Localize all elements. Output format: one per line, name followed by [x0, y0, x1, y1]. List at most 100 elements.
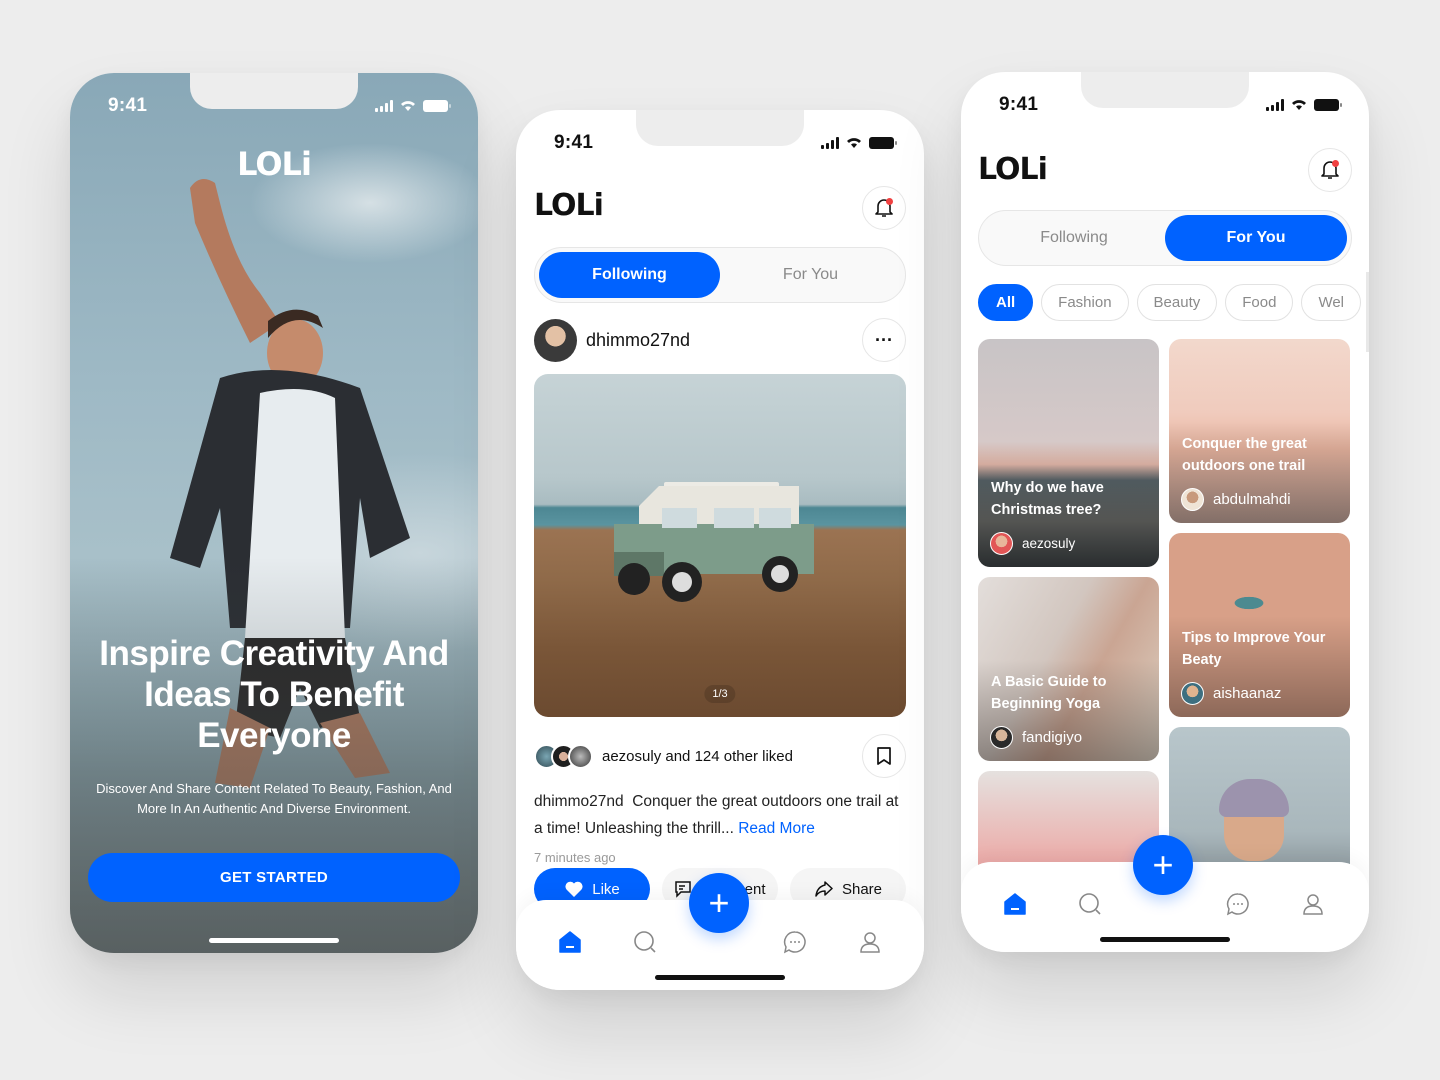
notifications-button[interactable] — [862, 186, 906, 230]
chat-icon — [783, 931, 806, 954]
onboarding-subtitle: Discover And Share Content Related To Be… — [96, 781, 452, 816]
category-chips: All Fashion Beauty Food Wel — [978, 284, 1362, 321]
signal-icon — [1266, 98, 1284, 111]
tab-for-you[interactable]: For You — [720, 252, 901, 298]
share-icon — [815, 881, 833, 897]
explore-screen: 9:41 LOLi Following For You All Fashion … — [961, 72, 1369, 952]
get-started-button[interactable]: GET STARTED — [88, 853, 460, 902]
author-avatar — [1181, 682, 1204, 705]
wifi-icon — [401, 101, 415, 111]
nav-profile[interactable] — [856, 928, 884, 956]
create-post-button[interactable]: + — [689, 873, 749, 933]
read-more-link[interactable]: Read More — [738, 820, 815, 837]
chip-beauty[interactable]: Beauty — [1136, 284, 1218, 321]
signal-icon — [375, 99, 393, 112]
card-author: fandigiyo — [990, 726, 1082, 749]
image-page-indicator: 1/3 — [704, 685, 736, 703]
post-image[interactable]: 1/3 — [534, 374, 906, 717]
nav-home[interactable] — [556, 928, 584, 956]
card-author: aishaanaz — [1181, 682, 1281, 705]
plus-icon: + — [708, 882, 730, 923]
scrollbar[interactable] — [1366, 272, 1369, 352]
card-title: Conquer the great outdoors one trail — [1182, 436, 1307, 474]
tab-following[interactable]: Following — [983, 215, 1165, 261]
caption-username[interactable]: dhimmo27nd — [534, 793, 624, 810]
notification-dot — [886, 198, 893, 205]
author-username: aishaanaz — [1213, 685, 1282, 702]
liker-avatar — [568, 743, 593, 769]
search-icon — [1079, 893, 1101, 915]
notch — [636, 110, 804, 146]
feed-tab-switcher: Following For You — [978, 210, 1352, 266]
likes-row: aezosuly and 124 other liked — [534, 734, 906, 778]
status-time: 9:41 — [108, 95, 148, 116]
profile-icon — [1303, 894, 1323, 915]
notch — [190, 73, 358, 109]
create-post-button[interactable]: + — [1133, 835, 1193, 895]
status-time: 9:41 — [554, 132, 594, 153]
home-icon — [559, 931, 581, 953]
card-author: abdulmahdi — [1181, 488, 1291, 511]
app-logo: LOLi — [978, 152, 1048, 187]
content-card[interactable]: Tips to Improve Your Beaty aishaanaz — [1169, 533, 1350, 717]
home-indicator[interactable] — [1100, 937, 1230, 942]
search-icon — [634, 931, 656, 953]
wifi-icon — [847, 138, 861, 148]
app-logo: LOLi — [237, 145, 312, 183]
signal-icon — [821, 136, 839, 149]
like-label: Like — [592, 880, 620, 898]
notifications-button[interactable] — [1308, 148, 1352, 192]
tab-following[interactable]: Following — [539, 252, 720, 298]
home-indicator[interactable] — [655, 975, 785, 980]
status-time: 9:41 — [999, 94, 1039, 115]
post-author-avatar[interactable] — [534, 318, 577, 362]
author-avatar — [990, 532, 1013, 555]
battery-icon — [423, 99, 451, 112]
share-label: Share — [841, 880, 883, 898]
card-author: aezosuly — [990, 532, 1075, 555]
liked-by-username[interactable]: aezosuly — [602, 748, 661, 765]
vehicle-photo — [614, 482, 814, 602]
author-avatar — [1181, 488, 1204, 511]
chip-food[interactable]: Food — [1225, 284, 1294, 321]
chip-fashion[interactable]: Fashion — [1041, 284, 1129, 321]
feed-tab-switcher: Following For You — [534, 247, 906, 303]
nav-search[interactable] — [631, 928, 659, 956]
author-username: abdulmahdi — [1213, 491, 1291, 508]
chip-all[interactable]: All — [978, 284, 1034, 321]
onboarding-screen: 9:41 LOLi Inspire Creativity And Ideas T… — [70, 73, 478, 953]
battery-icon — [869, 136, 897, 149]
chip-wellness[interactable]: Wel — [1301, 284, 1362, 321]
liked-by-suffix: and 124 other liked — [665, 747, 793, 765]
home-indicator[interactable] — [209, 938, 339, 943]
heart-icon — [565, 881, 583, 897]
nav-profile[interactable] — [1299, 890, 1327, 918]
notification-dot — [1332, 160, 1339, 167]
liker-avatars — [534, 743, 593, 769]
nav-home[interactable] — [1001, 890, 1029, 918]
nav-messages[interactable] — [1224, 890, 1252, 918]
notch — [1081, 72, 1249, 108]
more-horizontal-icon: ··· — [875, 329, 893, 350]
post-caption: dhimmo27nd Conquer the great outdoors on… — [534, 788, 910, 842]
bookmark-button[interactable] — [862, 734, 906, 778]
chat-icon — [1226, 893, 1249, 916]
nav-search[interactable] — [1076, 890, 1104, 918]
likes-summary[interactable]: aezosuly and 124 other liked — [602, 748, 793, 765]
wifi-icon — [1292, 100, 1306, 110]
bookmark-icon — [877, 747, 891, 765]
nav-messages[interactable] — [781, 928, 809, 956]
battery-icon — [1314, 98, 1342, 111]
tab-for-you[interactable]: For You — [1165, 215, 1347, 261]
profile-icon — [860, 932, 880, 953]
onboarding-headline: Inspire Creativity And Ideas To Benefit … — [99, 634, 449, 755]
feed-screen: 9:41 LOLi Following For You dhimmo27nd ·… — [516, 110, 924, 990]
author-avatar — [990, 726, 1013, 749]
author-username: fandigiyo — [1022, 729, 1083, 746]
content-card[interactable]: Conquer the great outdoors one trail abd… — [1169, 339, 1350, 523]
content-card[interactable]: A Basic Guide to Beginning Yoga fandigiy… — [978, 577, 1159, 761]
post-more-button[interactable]: ··· — [862, 318, 906, 362]
content-card[interactable]: Why do we have Christmas tree? aezosuly — [978, 339, 1159, 567]
card-title: Tips to Improve Your Beaty — [1182, 630, 1326, 668]
post-author-username[interactable]: dhimmo27nd — [586, 330, 690, 351]
